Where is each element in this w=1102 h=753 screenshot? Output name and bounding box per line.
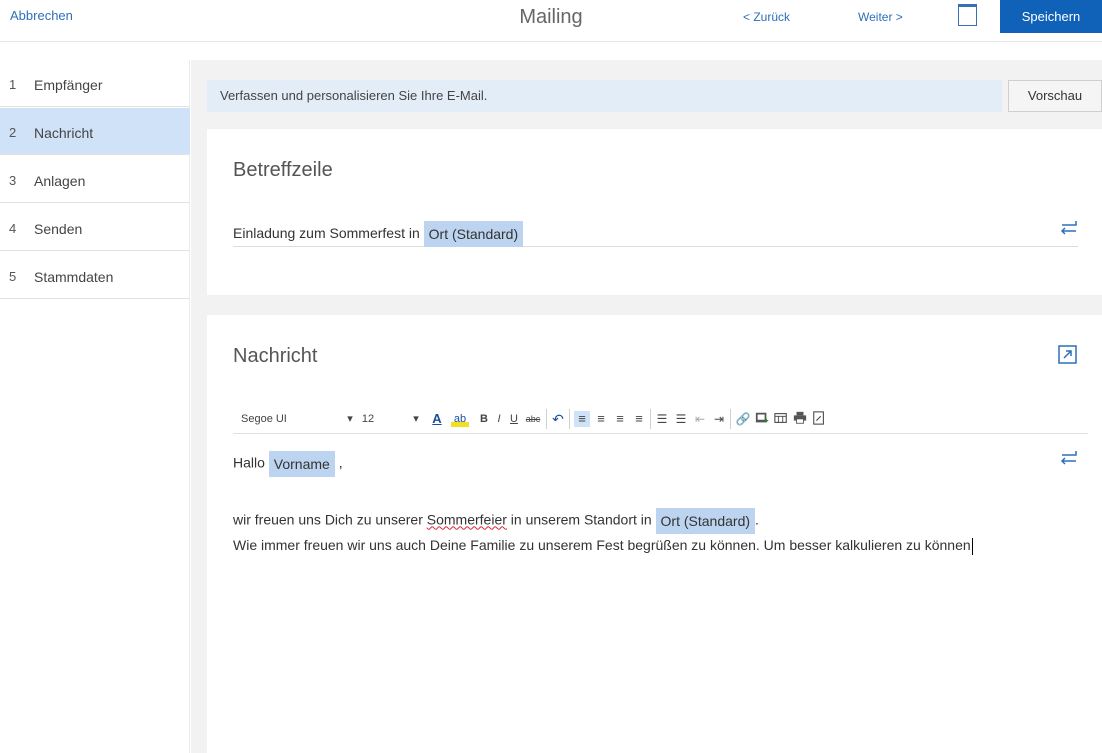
sidebar-item-label: Senden bbox=[34, 221, 83, 237]
strikethrough-icon[interactable]: abc bbox=[524, 411, 542, 427]
sidebar-item-label: Empfänger bbox=[34, 77, 103, 93]
step-number: 1 bbox=[9, 77, 17, 92]
placeholder-token-ort[interactable]: Ort (Standard) bbox=[423, 221, 524, 248]
toolbar-divider bbox=[730, 409, 731, 429]
main-content: Verfassen und personalisieren Sie Ihre E… bbox=[191, 60, 1102, 753]
underline-icon[interactable]: U bbox=[509, 411, 519, 427]
indent-icon[interactable]: ⇥ bbox=[711, 411, 727, 427]
font-size-select[interactable]: 12 bbox=[361, 411, 375, 427]
line1-suffix: . bbox=[755, 511, 759, 528]
align-justify-icon[interactable]: ≡ bbox=[631, 411, 647, 427]
top-bar: Abbrechen Mailing < Zurück Weiter > Spei… bbox=[0, 0, 1102, 42]
misspelled-word: Sommerfeier bbox=[426, 511, 507, 528]
line1-prefix: wir freuen uns Dich zu unserer bbox=[233, 511, 423, 528]
message-panel: Nachricht Segoe UI ▾ 12 ▾ A ab B I U abc… bbox=[207, 315, 1102, 753]
sidebar-item-empfaenger[interactable]: 1 Empfänger bbox=[0, 60, 190, 107]
numbered-list-icon[interactable]: ☰ bbox=[654, 411, 670, 427]
link-icon[interactable]: 🔗 bbox=[735, 411, 751, 427]
step-sidebar: 1 Empfänger 2 Nachricht 3 Anlagen 4 Send… bbox=[0, 60, 190, 753]
step-number: 2 bbox=[9, 125, 17, 140]
sidebar-item-stammdaten[interactable]: 5 Stammdaten bbox=[0, 252, 190, 299]
greeting-punctuation: , bbox=[338, 454, 343, 471]
print-icon[interactable] bbox=[792, 411, 808, 427]
placeholder-token-vorname[interactable]: Vorname bbox=[268, 451, 335, 477]
cancel-button[interactable]: Abbrechen bbox=[10, 8, 73, 23]
chevron-down-icon[interactable]: ▾ bbox=[345, 411, 355, 427]
greeting-line: Hallo Vorname , bbox=[233, 451, 1073, 477]
line2-text: Wie immer freuen wir uns auch Deine Fami… bbox=[233, 537, 971, 553]
toolbar-divider bbox=[569, 409, 570, 429]
align-right-icon[interactable]: ≡ bbox=[612, 411, 628, 427]
step-number: 3 bbox=[9, 173, 17, 188]
italic-icon[interactable]: I bbox=[494, 411, 504, 427]
source-icon[interactable] bbox=[811, 411, 827, 427]
table-icon[interactable] bbox=[773, 411, 789, 427]
sidebar-item-nachricht[interactable]: 2 Nachricht bbox=[0, 108, 190, 155]
back-button[interactable]: < Zurück bbox=[743, 10, 790, 24]
sidebar-item-label: Nachricht bbox=[34, 125, 94, 141]
next-button[interactable]: Weiter > bbox=[858, 10, 903, 24]
font-family-select[interactable]: Segoe UI bbox=[241, 411, 291, 427]
message-heading: Nachricht bbox=[233, 345, 318, 367]
subject-heading: Betreffzeile bbox=[233, 159, 333, 181]
chevron-down-icon[interactable]: ▾ bbox=[411, 411, 421, 427]
greeting-text: Hallo bbox=[233, 454, 265, 471]
insert-field-icon[interactable] bbox=[1058, 220, 1080, 236]
sidebar-item-anlagen[interactable]: 3 Anlagen bbox=[0, 156, 190, 203]
save-button[interactable]: Speichern bbox=[1000, 0, 1102, 33]
align-center-icon[interactable]: ≡ bbox=[593, 411, 609, 427]
outdent-icon[interactable]: ⇤ bbox=[692, 411, 708, 427]
subject-input[interactable]: Einladung zum Sommerfest in Ort (Standar… bbox=[233, 219, 1078, 248]
sidebar-item-senden[interactable]: 4 Senden bbox=[0, 204, 190, 251]
text-caret bbox=[971, 537, 973, 555]
document-icon[interactable] bbox=[958, 4, 977, 26]
undo-icon[interactable]: ↶ bbox=[551, 411, 565, 427]
message-editor[interactable]: Hallo Vorname , wir freuen uns Dich zu u… bbox=[233, 451, 1073, 556]
expand-icon[interactable] bbox=[1058, 345, 1077, 364]
info-banner: Verfassen und personalisieren Sie Ihre E… bbox=[207, 80, 1002, 112]
bold-icon[interactable]: B bbox=[479, 411, 489, 427]
bullet-list-icon[interactable]: ☰ bbox=[673, 411, 689, 427]
page-title: Mailing bbox=[519, 6, 583, 28]
line1-mid: in unserem Standort in bbox=[510, 511, 652, 528]
subject-text: Einladung zum Sommerfest in bbox=[233, 225, 420, 241]
message-paragraph: wir freuen uns Dich zu unserer Sommerfei… bbox=[233, 508, 1073, 556]
step-number: 5 bbox=[9, 269, 17, 284]
toolbar-divider bbox=[650, 409, 651, 429]
highlight-icon[interactable]: ab bbox=[451, 411, 469, 427]
sidebar-item-label: Stammdaten bbox=[34, 269, 114, 285]
step-number: 4 bbox=[9, 221, 17, 236]
align-left-icon[interactable]: ≡ bbox=[574, 411, 590, 427]
sidebar-item-label: Anlagen bbox=[34, 173, 86, 189]
preview-button[interactable]: Vorschau bbox=[1008, 80, 1102, 112]
placeholder-token-ort[interactable]: Ort (Standard) bbox=[655, 508, 756, 534]
font-color-icon[interactable]: A bbox=[428, 411, 446, 427]
editor-toolbar: Segoe UI ▾ 12 ▾ A ab B I U abc ↶ ≡ ≡ ≡ ≡… bbox=[233, 404, 1088, 434]
subject-panel: Betreffzeile Einladung zum Sommerfest in… bbox=[207, 129, 1102, 295]
image-icon[interactable] bbox=[754, 411, 770, 427]
toolbar-divider bbox=[546, 409, 547, 429]
